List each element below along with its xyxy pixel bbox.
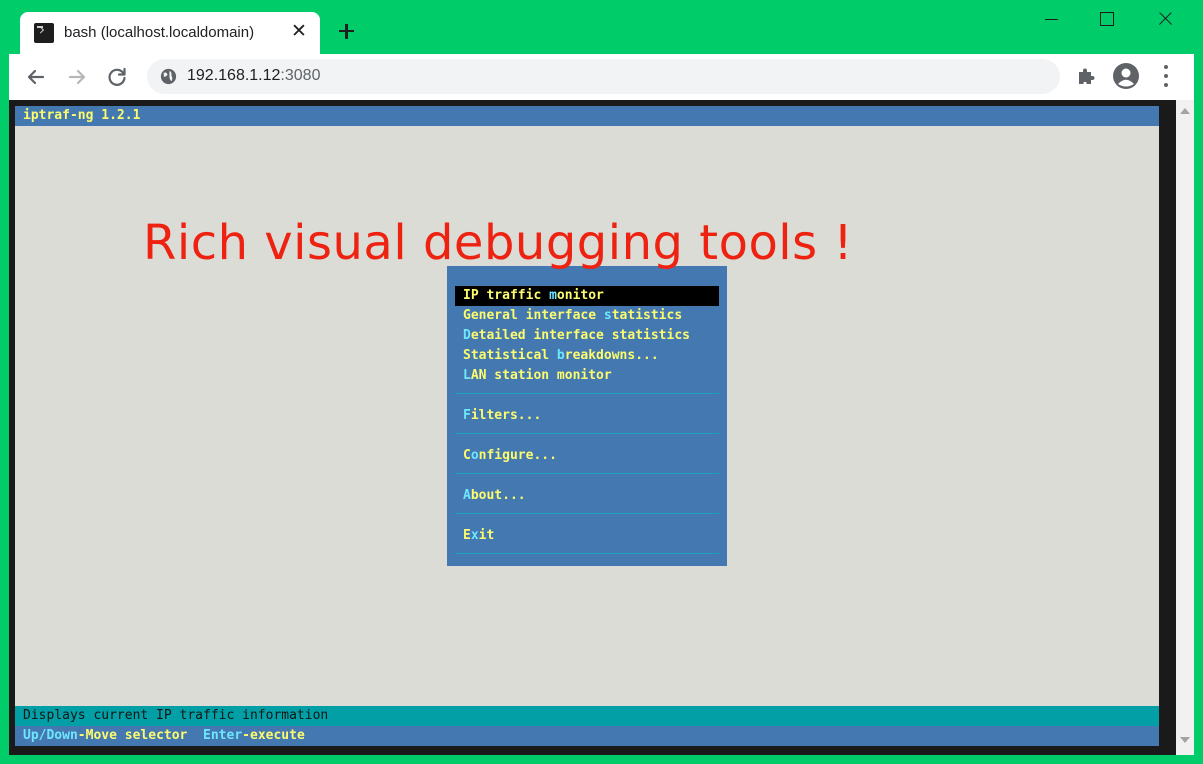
menu-label: etailed interface statistics <box>470 328 690 343</box>
menu-item-general-interface-statistics[interactable]: General interface statistics <box>455 306 719 326</box>
key-hint: Up/Down <box>23 728 78 743</box>
url-text: 192.168.1.12:3080 <box>187 67 320 85</box>
forward-button[interactable] <box>64 64 90 90</box>
scroll-up-arrow-icon[interactable] <box>1180 108 1190 114</box>
menu-label: ilters... <box>470 408 542 423</box>
menu-divider <box>455 433 719 434</box>
menu-hotkey: x <box>470 528 479 543</box>
back-button[interactable] <box>23 64 49 90</box>
menu-label: Statistical <box>463 348 557 363</box>
menu-hotkey: F <box>463 408 471 423</box>
globe-icon[interactable] <box>159 67 178 86</box>
menu-label: reakdowns... <box>564 348 659 363</box>
menu-label: bout... <box>470 488 526 503</box>
menu-label: onitor <box>556 288 604 303</box>
arrow-left-icon <box>27 69 45 85</box>
address-bar[interactable]: 192.168.1.12:3080 <box>147 59 1060 94</box>
puzzle-icon[interactable] <box>1075 65 1097 87</box>
menu-label: C <box>463 448 471 463</box>
browser-toolbar: 192.168.1.12:3080 <box>9 54 1194 100</box>
menu-divider <box>455 513 719 514</box>
main-menu: IP traffic monitor General interface sta… <box>447 266 727 566</box>
menu-hotkey: D <box>463 328 471 343</box>
menu-hotkey: o <box>470 448 479 463</box>
key-hint-desc: -Move selector <box>77 728 188 743</box>
profile-avatar-icon[interactable] <box>1112 62 1140 90</box>
menu-hotkey: A <box>463 488 471 503</box>
menu-hotkey: L <box>463 368 471 383</box>
menu-item-detailed-interface-statistics[interactable]: Detailed interface statistics <box>455 326 719 346</box>
window-minimize-button[interactable] <box>1044 10 1060 28</box>
new-tab-button[interactable] <box>334 19 358 43</box>
url-host: 192.168.1.12 <box>187 67 281 84</box>
menu-item-lan-station-monitor[interactable]: LAN station monitor <box>455 366 719 386</box>
menu-divider <box>455 393 719 394</box>
menu-hotkey: b <box>556 348 565 363</box>
browser-titlebar: bash (localhost.localdomain) ✕ <box>0 0 1203 54</box>
vertical-scrollbar[interactable] <box>1176 100 1194 755</box>
menu-hotkey: m <box>549 288 557 303</box>
scroll-down-arrow-icon[interactable] <box>1180 737 1190 743</box>
tab-close-icon[interactable]: ✕ <box>290 21 308 43</box>
menu-divider <box>455 553 719 554</box>
menu-item-about[interactable]: About... <box>455 486 719 506</box>
kebab-menu-icon[interactable] <box>1161 65 1171 89</box>
menu-divider <box>455 473 719 474</box>
terminal-screen[interactable]: iptraf-ng 1.2.1 IP traffic monitor Gener… <box>15 106 1159 746</box>
menu-label: it <box>478 528 495 543</box>
menu-item-exit[interactable]: Exit <box>455 526 719 546</box>
menu-label: E <box>463 528 471 543</box>
window-close-button[interactable] <box>1157 10 1173 28</box>
window-maximize-button[interactable] <box>1100 12 1114 26</box>
menu-item-ip-traffic-monitor[interactable]: IP traffic monitor <box>455 286 719 306</box>
menu-item-statistical-breakdowns[interactable]: Statistical breakdowns... <box>455 346 719 366</box>
key-hint: Enter <box>203 728 243 743</box>
menu-label: nfigure... <box>478 448 557 463</box>
reload-icon <box>108 67 126 86</box>
menu-label: IP traffic <box>463 288 550 303</box>
menu-label: AN station monitor <box>470 368 612 383</box>
url-port: :3080 <box>280 67 321 84</box>
arrow-right-icon <box>68 69 86 85</box>
browser-tab[interactable]: bash (localhost.localdomain) ✕ <box>20 12 320 54</box>
status-description: Displays current IP traffic information <box>15 706 1159 726</box>
menu-label: General interface <box>463 308 604 323</box>
tab-title: bash (localhost.localdomain) <box>64 24 255 41</box>
page-viewport: iptraf-ng 1.2.1 IP traffic monitor Gener… <box>9 100 1194 755</box>
app-title-bar: iptraf-ng 1.2.1 <box>15 106 1159 126</box>
reload-button[interactable] <box>104 64 130 90</box>
overlay-caption: Rich visual debugging tools ! <box>143 215 854 271</box>
menu-label: tatistics <box>611 308 683 323</box>
menu-hotkey: s <box>603 308 612 323</box>
menu-item-filters[interactable]: Filters... <box>455 406 719 426</box>
menu-item-configure[interactable]: Configure... <box>455 446 719 466</box>
key-help-bar: Up/Down-Move selector Enter-execute <box>15 726 1159 746</box>
key-hint-desc: -execute <box>242 728 305 743</box>
terminal-icon <box>34 23 54 43</box>
